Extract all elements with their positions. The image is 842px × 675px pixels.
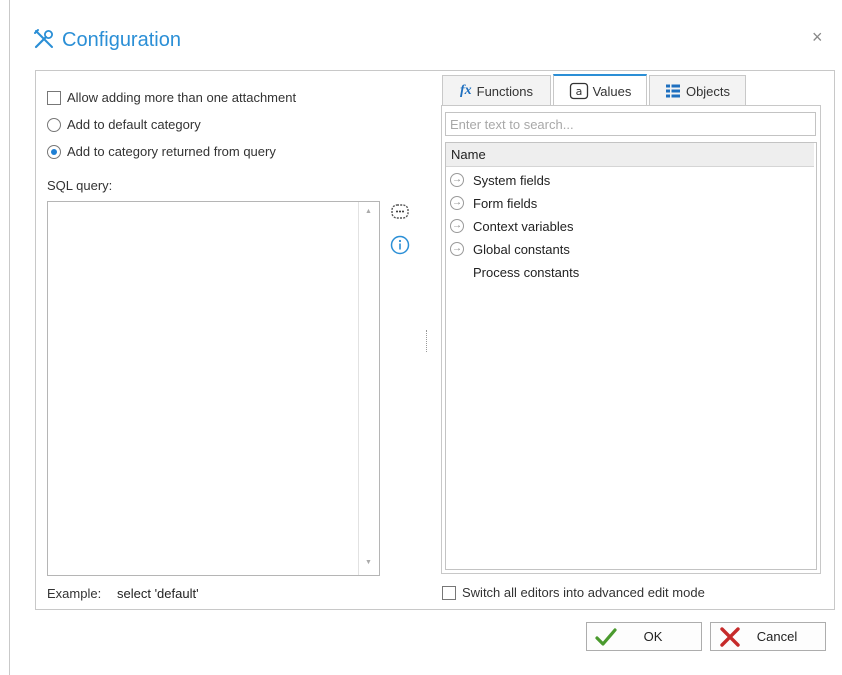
objects-icon	[665, 83, 681, 99]
tree-item-form-fields[interactable]: → Form fields	[450, 193, 537, 213]
expand-arrow-icon[interactable]: →	[450, 196, 464, 210]
radio-default-category-option[interactable]: Add to default category	[47, 117, 201, 132]
tree-item-label: Form fields	[473, 195, 538, 211]
sql-query-editor[interactable]	[47, 201, 380, 576]
info-icon[interactable]	[390, 235, 410, 258]
example-label: Example:	[47, 586, 102, 601]
radio-default-category[interactable]	[47, 117, 61, 132]
sql-editor-scrollbar[interactable]: ▲ ▼	[358, 202, 378, 575]
allow-multiple-option[interactable]: Allow adding more than one attachment	[47, 90, 296, 105]
sql-query-label: SQL query:	[47, 178, 113, 193]
cancel-x-icon	[715, 626, 745, 647]
allow-multiple-checkbox[interactable]	[47, 90, 61, 105]
sql-query-text[interactable]	[48, 202, 379, 210]
svg-text:a: a	[575, 85, 582, 98]
tree-item-process-constants[interactable]: Process constants	[450, 262, 579, 282]
radio-query-category-label: Add to category returned from query	[67, 144, 276, 159]
dialog-left-border	[9, 0, 10, 675]
tree-item-label: Process constants	[473, 264, 580, 280]
fx-icon: fx	[459, 83, 472, 98]
tab-objects-label: Objects	[685, 83, 731, 99]
tab-objects[interactable]: Objects	[649, 75, 746, 106]
checkmark-icon	[591, 627, 621, 647]
tab-values-label: Values	[592, 83, 632, 99]
advanced-mode-checkbox[interactable]	[442, 585, 456, 600]
ok-button-label: OK	[643, 629, 663, 644]
advanced-mode-label: Switch all editors into advanced edit mo…	[462, 585, 705, 600]
tree-item-label: Context variables	[473, 218, 574, 234]
expression-editor-icon[interactable]	[390, 202, 410, 225]
expand-arrow-icon[interactable]: →	[450, 173, 464, 187]
cancel-button-label: Cancel	[756, 629, 798, 644]
radio-query-category[interactable]	[47, 144, 61, 159]
panel-splitter[interactable]	[426, 330, 429, 352]
tree-item-context-variables[interactable]: → Context variables	[450, 216, 573, 236]
advanced-mode-option[interactable]: Switch all editors into advanced edit mo…	[442, 585, 705, 600]
dialog-title-bar: Configuration	[32, 24, 181, 56]
at-icon: a	[569, 82, 589, 100]
values-column-header[interactable]: Name	[446, 143, 814, 167]
allow-multiple-label: Allow adding more than one attachment	[67, 90, 297, 105]
radio-default-category-label: Add to default category	[67, 117, 201, 132]
tree-item-label: Global constants	[473, 241, 570, 257]
cancel-button[interactable]: Cancel	[710, 622, 826, 651]
dialog-title: Configuration	[62, 28, 181, 51]
tools-icon	[32, 27, 56, 54]
ok-button[interactable]: OK	[586, 622, 702, 651]
scroll-up-arrow-icon[interactable]: ▲	[365, 208, 372, 215]
tree-item-label: System fields	[473, 172, 551, 188]
expand-arrow-icon[interactable]: →	[450, 219, 464, 233]
tab-functions[interactable]: fx Functions	[442, 75, 551, 106]
tab-functions-label: Functions	[476, 83, 534, 99]
tab-values[interactable]: a Values	[553, 74, 647, 106]
radio-query-category-option[interactable]: Add to category returned from query	[47, 144, 276, 159]
values-search-input[interactable]	[445, 112, 816, 136]
scroll-down-arrow-icon[interactable]: ▼	[365, 559, 372, 566]
tree-item-global-constants[interactable]: → Global constants	[450, 239, 570, 259]
example-value: select 'default'	[117, 586, 199, 601]
close-icon[interactable]: ×	[812, 28, 823, 46]
tree-item-system-fields[interactable]: → System fields	[450, 170, 550, 190]
expand-arrow-icon[interactable]: →	[450, 242, 464, 256]
